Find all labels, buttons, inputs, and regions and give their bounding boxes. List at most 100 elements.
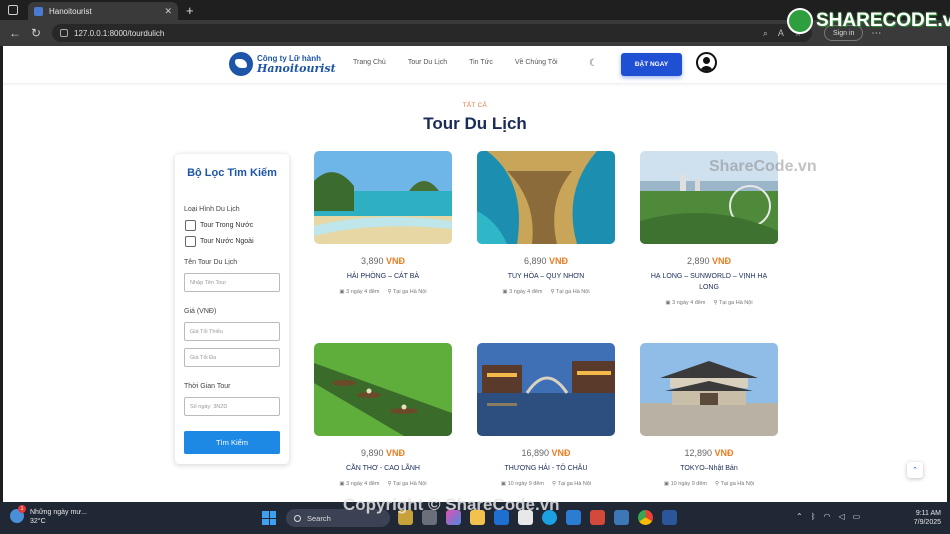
search-filter-panel: Bộ Lọc Tìm Kiếm Loại Hình Du Lịch Tour T… [175,154,289,464]
tour-name[interactable]: TOKYO–Nhật Bản [640,464,778,475]
app-icon[interactable] [590,510,605,525]
search-button[interactable]: Tìm Kiếm [184,431,280,454]
start-button[interactable] [262,511,276,525]
weather-icon: 1 [10,505,26,523]
url-text: 127.0.0.1:8000/tourdulich [74,28,165,38]
tour-duration: ▣ 3 ngày 4 đêm [665,299,706,306]
price-label: Giá (VNĐ) [184,308,217,315]
tour-meta: ▣ 3 ngày 4 đêm ⚲ Tại ga Hà Nội [640,300,778,306]
tour-price: 12,890 VNĐ [684,448,734,458]
menu-item-tours[interactable]: Tour Du Lịch [408,59,447,66]
close-tab-icon[interactable]: ✕ [164,6,172,17]
tour-meta: ▣ 3 ngày 4 đêm ⚲ Tại ga Hà Nội [314,289,452,295]
tour-departure: ⚲ Tại ga Hà Nội [715,480,755,487]
tour-image[interactable] [477,151,615,244]
tour-image[interactable] [477,343,615,436]
new-tab-icon[interactable]: + [186,3,194,18]
water-town-image [477,343,615,436]
bluetooth-icon[interactable]: ᛒ [811,512,816,521]
tour-image[interactable] [640,343,778,436]
tour-card[interactable]: 9,890 VNĐ CẦN THƠ - CAO LÃNH ▣ 3 ngày 4 … [314,343,452,487]
site-info-icon[interactable] [60,29,68,37]
tour-card[interactable]: 16,890 VNĐ THƯỢNG HẢI - TÔ CHÂU ▣ 10 ngà… [477,343,615,487]
system-tray: ⌃ ᛒ ◠ ◁ ▭ [796,512,860,521]
tour-card[interactable]: 6,890 VNĐ TUY HÒA – QUY NHƠN ▣ 3 ngày 4 … [477,151,615,295]
tour-image[interactable] [314,343,452,436]
beach-island-image [314,151,452,244]
tour-duration: ▣ 3 ngày 4 đêm [502,288,543,295]
tour-price: 3,890 VNĐ [360,256,406,266]
tour-name[interactable]: HẠ LONG – SUNWORLD – VỊNH HẠ LONG [640,272,778,294]
read-aloud-icon[interactable]: A [778,28,784,39]
domestic-tour-label: Tour Trong Nước [200,222,254,229]
filter-title: Bộ Lọc Tìm Kiếm [187,167,277,179]
terminal-icon[interactable] [614,510,629,525]
tour-name[interactable]: HẢI PHÒNG – CÁT BÀ [314,272,452,283]
vscode-icon[interactable] [566,510,581,525]
back-icon[interactable]: ← [9,26,21,40]
tour-price: 6,890 VNĐ [523,256,569,266]
location-icon: ⚲ [713,299,718,306]
foreign-tour-option[interactable]: Tour Nước Ngoài [185,236,254,247]
taskbar-clock[interactable]: 9:11 AM 7/9/2025 [897,509,941,528]
user-account-icon[interactable] [696,52,717,73]
duration-input[interactable]: Số ngày: 3N2D [184,397,280,416]
tour-card[interactable]: 3,890 VNĐ HẢI PHÒNG – CÁT BÀ ▣ 3 ngày 4 … [314,151,452,295]
river-boats-image [314,343,452,436]
dark-mode-toggle-icon[interactable]: ☾ [589,58,598,69]
site-logo[interactable]: Công ty Lữ hành Hanoitourist [229,52,336,76]
menu-item-home[interactable]: Trang Chủ [353,59,386,66]
tour-departure: ⚲ Tại ga Hà Nội [387,288,427,295]
tour-name[interactable]: THƯỢNG HẢI - TÔ CHÂU [477,464,615,475]
price-max-input[interactable]: Giá Tối Đa [184,348,280,367]
taskbar-search-label: Search [307,513,331,523]
tour-price: 16,890 VNĐ [521,448,571,458]
calendar-icon: ▣ [663,480,670,487]
tour-name[interactable]: TUY HÒA – QUY NHƠN [477,272,615,283]
zoom-icon[interactable]: ⌕ [763,28,768,39]
weather-widget[interactable]: 1 Những ngày mư... 32°C [10,505,87,527]
battery-icon[interactable]: ▭ [853,512,861,521]
word-icon[interactable] [662,510,677,525]
window-menu-icon[interactable] [8,5,18,15]
calendar-icon: ▣ [339,288,345,295]
clock-date: 7/9/2025 [913,519,941,527]
tour-image[interactable] [314,151,452,244]
clock-time: 9:11 AM [915,510,941,517]
tour-departure: ⚲ Tại ga Hà Nội [713,299,753,306]
menu-item-news[interactable]: Tin Tức [469,59,493,66]
reload-icon[interactable]: ↻ [30,26,42,40]
menu-item-about[interactable]: Về Chúng Tôi [515,59,558,66]
show-hidden-icon[interactable]: ⌃ [796,512,803,521]
tab-title: Hanoitourist [49,6,92,16]
price-min-input[interactable]: Giá Tối Thiểu [184,322,280,341]
calendar-icon: ▣ [339,480,345,487]
volume-icon[interactable]: ◁ [839,512,845,521]
wifi-icon[interactable]: ◠ [824,512,831,521]
foreign-tour-checkbox[interactable] [185,236,196,247]
main-menu: Trang Chủ Tour Du Lịch Tin Tức Về Chúng … [353,59,580,66]
location-icon: ⚲ [715,480,720,487]
tour-card[interactable]: 12,890 VNĐ TOKYO–Nhật Bản ▣ 10 ngày 9 đê… [640,343,778,487]
browser-tab[interactable]: Hanoitourist ✕ [28,2,178,20]
weather-temp: 32°C [30,517,46,525]
tour-meta: ▣ 3 ngày 4 đêm ⚲ Tại ga Hà Nội [477,289,615,295]
tour-duration: ▣ 10 ngày 9 đêm [663,480,707,487]
watermark-bottom: Copyright © ShareCode.vn [343,495,560,514]
duration-label: Thời Gian Tour [184,383,231,390]
page-title: Tour Du Lịch [423,114,527,133]
back-to-top-button[interactable]: ⌃ [907,462,923,478]
temple-image [640,343,778,436]
watermark-middle: ShareCode.vn [709,158,817,175]
book-now-button[interactable]: ĐẶT NGAY [621,53,682,76]
location-icon: ⚲ [387,288,392,295]
calendar-icon: ▣ [665,299,671,306]
tour-meta: ▣ 10 ngày 9 đêm ⚲ Tại ga Hà Nội [640,481,778,487]
tour-name-input[interactable]: Nhập Tên Tour [184,273,280,292]
url-bar[interactable]: 127.0.0.1:8000/tourdulich ⌕ A ☆ [52,24,812,42]
logo-bottom-text: Hanoitourist [257,61,336,75]
domestic-tour-checkbox[interactable] [185,220,196,231]
chrome-icon[interactable] [638,510,653,525]
tour-name[interactable]: CẦN THƠ - CAO LÃNH [314,464,452,475]
domestic-tour-option[interactable]: Tour Trong Nước [185,220,253,231]
